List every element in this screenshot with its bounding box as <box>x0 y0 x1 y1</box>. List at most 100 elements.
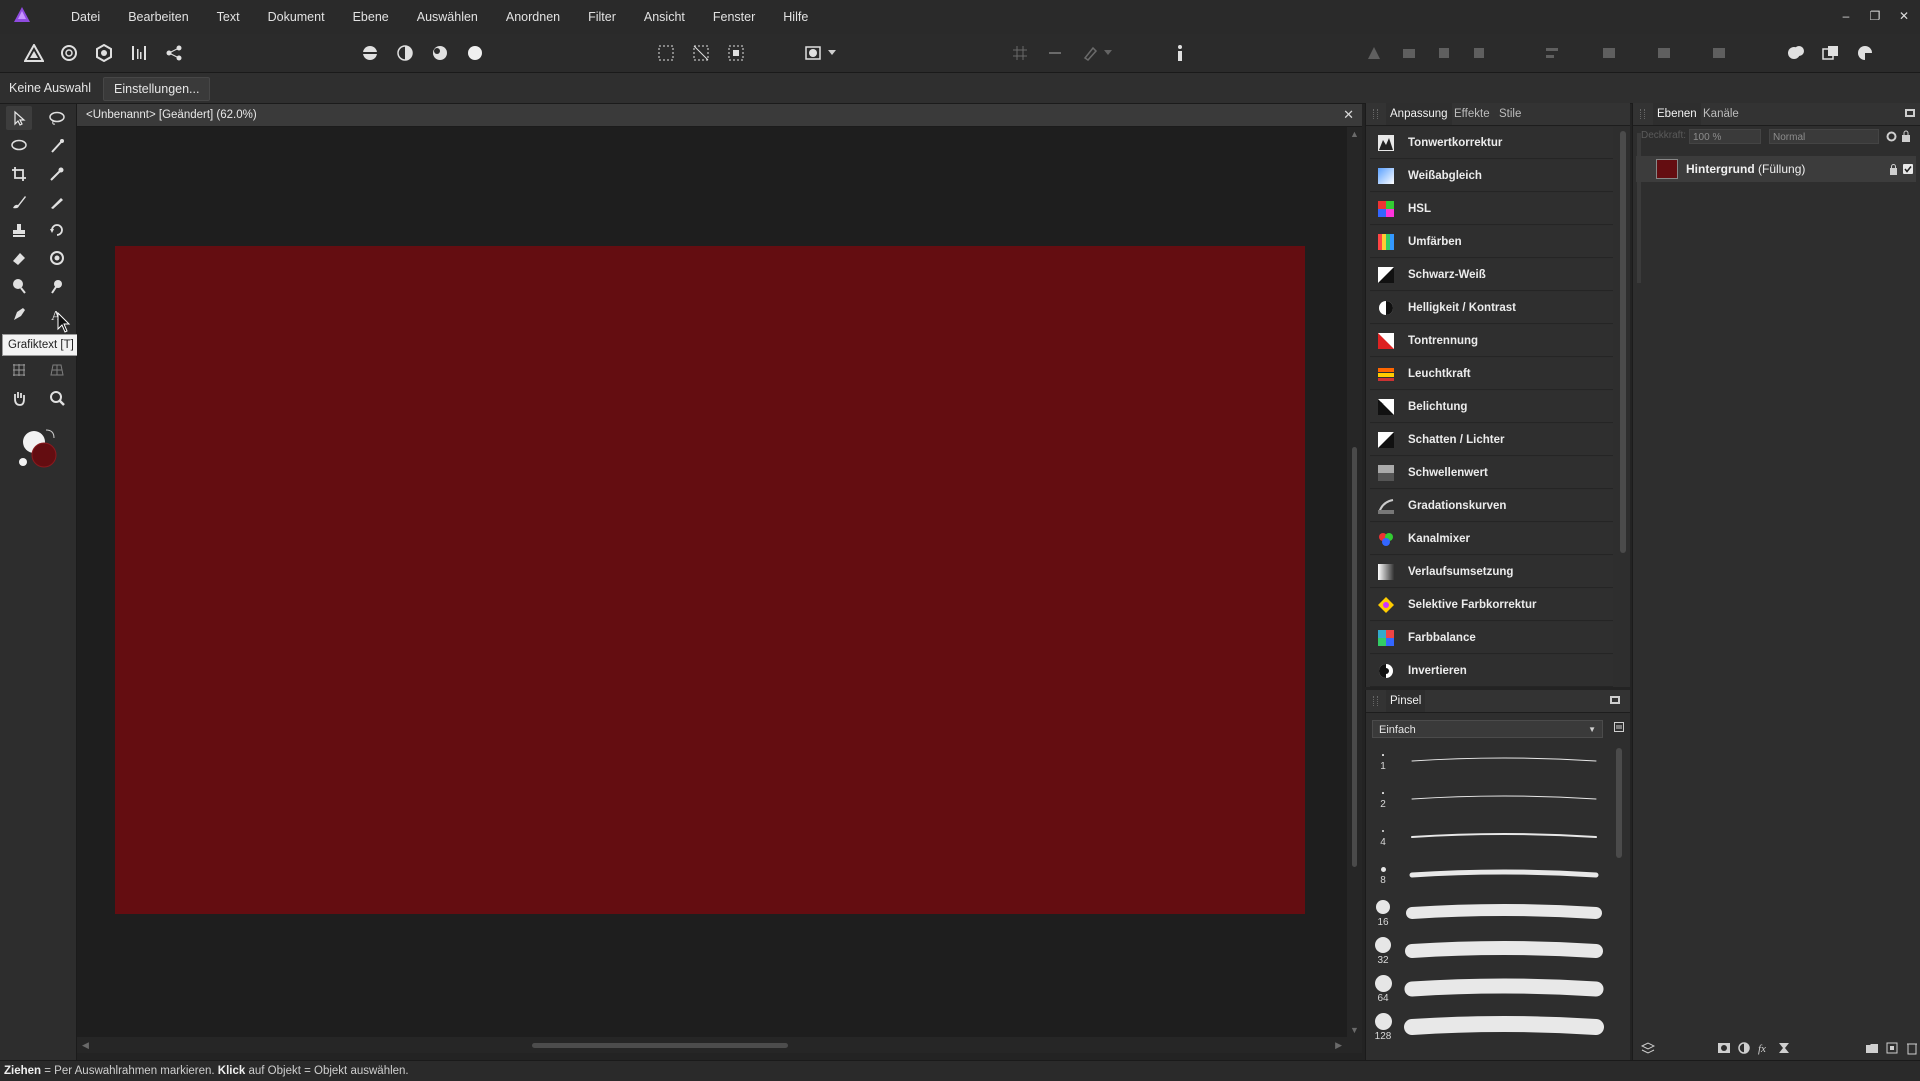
menu-text[interactable]: Text <box>203 0 254 34</box>
adjustments-scroll-thumb[interactable] <box>1620 131 1626 553</box>
export-persona-icon[interactable] <box>162 42 186 64</box>
zoom-tool-icon[interactable] <box>44 386 70 410</box>
tab-anpassung[interactable]: Anpassung <box>1386 103 1452 125</box>
close-window-button[interactable]: ✕ <box>1893 6 1915 26</box>
adjustment-item[interactable]: Schwarz-Weiß <box>1370 259 1613 291</box>
tab-ebenen[interactable]: Ebenen <box>1653 103 1701 125</box>
vertical-scroll-thumb[interactable] <box>1352 447 1357 867</box>
menu-filter[interactable]: Filter <box>574 0 630 34</box>
paint-brush-tool-icon[interactable] <box>6 190 32 214</box>
adjustment-item[interactable]: Schatten / Lichter <box>1370 424 1613 456</box>
menu-auswaehlen[interactable]: Auswählen <box>403 0 492 34</box>
new-group-icon[interactable] <box>1865 1041 1879 1055</box>
color-swatches-icon[interactable] <box>14 424 60 472</box>
smudge-tool-icon[interactable] <box>44 274 70 298</box>
menu-dokument[interactable]: Dokument <box>254 0 339 34</box>
adjustment-item[interactable]: Verlaufsumsetzung <box>1370 556 1613 588</box>
horizontal-scroll-thumb[interactable] <box>532 1043 788 1048</box>
document-canvas[interactable] <box>115 246 1305 914</box>
undo-brush-tool-icon[interactable] <box>44 218 70 242</box>
adjustment-item[interactable]: Tonwertkorrektur <box>1370 127 1613 159</box>
scroll-right-arrow-icon[interactable]: ▶ <box>1335 1040 1342 1051</box>
adjustment-item[interactable]: Farbbalance <box>1370 622 1613 654</box>
pen-tool-icon[interactable] <box>6 302 32 326</box>
transform-tool-c-icon[interactable] <box>1432 42 1456 64</box>
menu-ebene[interactable]: Ebene <box>339 0 403 34</box>
layer-row[interactable]: Hintergrund (Füllung) <box>1636 156 1916 182</box>
menu-ansicht[interactable]: Ansicht <box>630 0 699 34</box>
brush-preset[interactable]: 16 <box>1374 899 1604 937</box>
auto-contrast-icon[interactable] <box>393 42 417 64</box>
vertical-scrollbar[interactable]: ▲ ▼ <box>1347 127 1362 1037</box>
brush-preset[interactable]: 8 <box>1374 861 1604 899</box>
quick-mask-dropdown-icon[interactable] <box>826 42 838 64</box>
snapping-dropdown-icon[interactable] <box>1102 42 1114 64</box>
layer-stack-icon[interactable] <box>1641 1041 1655 1055</box>
adjustment-item[interactable]: + Belichtung <box>1370 391 1613 423</box>
menu-datei[interactable]: Datei <box>57 0 114 34</box>
clone-stamp-tool-icon[interactable] <box>6 218 32 242</box>
menu-bearbeiten[interactable]: Bearbeiten <box>114 0 202 34</box>
color-picker-tool-icon[interactable] <box>44 162 70 186</box>
transform-tool-b-icon[interactable] <box>1397 42 1421 64</box>
adjustments-scrollbar[interactable] <box>1620 131 1626 683</box>
adjustment-item[interactable]: Kanalmixer <box>1370 523 1613 555</box>
boolean-intersect-icon[interactable] <box>1854 42 1878 64</box>
adjustment-item[interactable]: Tontrennung <box>1370 325 1613 357</box>
document-tab[interactable]: <Unbenannt> [Geändert] (62.0%) ✕ <box>77 104 1362 127</box>
brush-preset[interactable]: 128 <box>1374 1012 1604 1051</box>
menu-anordnen[interactable]: Anordnen <box>492 0 574 34</box>
liquify-persona-icon[interactable] <box>57 42 81 64</box>
tab-pinsel[interactable]: Pinsel <box>1386 690 1426 712</box>
brush-preset[interactable]: 2 <box>1374 785 1604 823</box>
panel-grip-icon[interactable] <box>1640 109 1645 119</box>
freehand-selection-tool-icon[interactable] <box>44 106 70 130</box>
adjustment-item[interactable]: Leuchtkraft <box>1370 358 1613 390</box>
pixel-tool-icon[interactable] <box>44 190 70 214</box>
scroll-down-arrow-icon[interactable]: ▼ <box>1350 1025 1359 1035</box>
photo-persona-icon[interactable] <box>22 42 46 64</box>
opacity-field[interactable]: 100 % <box>1689 129 1761 144</box>
hand-tool-icon[interactable] <box>6 386 32 410</box>
quick-mask-icon[interactable] <box>801 42 825 64</box>
brush-category-dropdown[interactable]: Einfach ▼ <box>1372 720 1603 738</box>
tab-effekte[interactable]: Effekte <box>1450 103 1494 125</box>
adjustment-item[interactable]: HSL <box>1370 193 1613 225</box>
blend-mode-dropdown[interactable]: Normal <box>1769 129 1879 144</box>
layer-lock-icon[interactable] <box>1889 164 1898 175</box>
snapping-grid-icon[interactable] <box>1008 42 1032 64</box>
develop-persona-icon[interactable] <box>92 42 116 64</box>
arrange-front-icon[interactable] <box>1652 42 1676 64</box>
minimize-button[interactable]: – <box>1835 6 1857 26</box>
auto-white-balance-icon[interactable] <box>463 42 487 64</box>
deselect-icon[interactable] <box>689 42 713 64</box>
adjustment-layer-icon[interactable] <box>1737 1041 1751 1055</box>
brush-preset[interactable]: 1 <box>1374 747 1604 785</box>
panel-menu-icon[interactable] <box>1610 696 1620 704</box>
adjustment-item[interactable]: Selektive Farbkorrektur <box>1370 589 1613 621</box>
menu-fenster[interactable]: Fenster <box>699 0 769 34</box>
flood-fill-tool-icon[interactable] <box>44 246 70 270</box>
scroll-left-arrow-icon[interactable]: ◀ <box>82 1040 89 1051</box>
snapping-options-icon[interactable] <box>1043 42 1067 64</box>
move-tool-icon[interactable] <box>6 106 32 130</box>
menu-hilfe[interactable]: Hilfe <box>769 0 822 34</box>
selection-brush-tool-icon[interactable] <box>44 134 70 158</box>
restore-button[interactable]: ❐ <box>1864 6 1886 26</box>
tone-mapping-persona-icon[interactable] <box>127 42 151 64</box>
horizontal-scrollbar[interactable]: ◀ ▶ <box>77 1037 1362 1053</box>
brush-preset[interactable]: 4 <box>1374 823 1604 861</box>
crop-tool-icon[interactable] <box>6 162 32 186</box>
tab-stile[interactable]: Stile <box>1495 103 1525 125</box>
close-document-icon[interactable]: ✕ <box>1343 104 1354 126</box>
lasso-tool-icon[interactable] <box>6 134 32 158</box>
flip-icon[interactable] <box>1707 42 1731 64</box>
adjustment-item[interactable]: Gradationskurven <box>1370 490 1613 522</box>
affinity-photo-logo-icon[interactable] <box>12 5 32 25</box>
auto-levels-icon[interactable] <box>358 42 382 64</box>
live-filter-icon[interactable] <box>1777 1041 1791 1055</box>
arrange-back-icon[interactable] <box>1597 42 1621 64</box>
adjustment-item[interactable]: Schwellenwert <box>1370 457 1613 489</box>
brush-scroll-thumb[interactable] <box>1616 748 1622 858</box>
eraser-tool-icon[interactable] <box>6 246 32 270</box>
